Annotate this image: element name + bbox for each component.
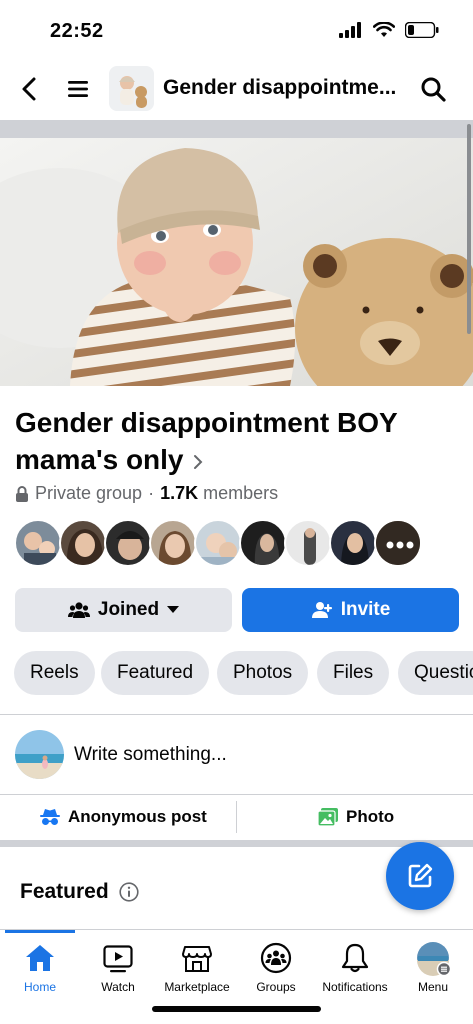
home-indicator[interactable] (152, 1006, 321, 1012)
chip-photos[interactable]: Photos (217, 651, 309, 695)
tab-notifications[interactable]: Notifications (316, 930, 394, 1000)
bell-icon (341, 943, 369, 973)
joined-label[interactable]: Joined (98, 599, 159, 621)
post-composer[interactable]: Write something... (0, 716, 473, 794)
member-avatar[interactable] (104, 519, 152, 567)
members-label[interactable]: members (203, 483, 278, 503)
add-person-icon (311, 602, 332, 618)
battery-icon (405, 22, 439, 38)
tab-groups-label[interactable]: Groups (237, 980, 315, 994)
video-icon (103, 945, 133, 973)
post-actions: Anonymous post Photo (0, 795, 473, 839)
storefront-icon (182, 946, 212, 972)
photo-icon (318, 808, 338, 826)
member-avatar[interactable] (149, 519, 197, 567)
group-name-text[interactable]: Gender disappointment BOY mama's only (15, 407, 397, 475)
member-count[interactable]: 1.7K (160, 483, 198, 503)
tab-watch-label[interactable]: Watch (79, 980, 157, 994)
chip-files[interactable]: Files (317, 651, 390, 695)
group-name[interactable]: Gender disappointment BOY mama's only (15, 404, 455, 478)
chevron-right-icon[interactable] (192, 453, 204, 471)
privacy-label: Private group (35, 483, 143, 503)
compose-post-button[interactable] (386, 842, 454, 910)
page-title: Gender disappointme... (163, 76, 397, 99)
tab-menu-label[interactable]: Menu (394, 980, 472, 994)
chip-questions[interactable]: Questic (398, 651, 473, 695)
photo-button[interactable]: Photo (318, 795, 394, 839)
member-avatar[interactable] (194, 519, 242, 567)
meta-separator: · (148, 483, 155, 503)
members-icon (67, 602, 90, 618)
incognito-icon (40, 809, 60, 825)
tab-watch[interactable]: Watch (79, 930, 157, 1000)
chip-featured[interactable]: Featured (101, 651, 210, 695)
member-avatar[interactable] (329, 519, 377, 567)
caret-down-icon (167, 606, 180, 613)
member-avatar[interactable] (239, 519, 287, 567)
featured-heading: Featured (20, 880, 139, 904)
tab-groups[interactable]: Groups (237, 930, 315, 1000)
member-avatar[interactable] (14, 519, 62, 567)
anonymous-post-button[interactable]: Anonymous post (40, 795, 207, 839)
status-bar: 22:52 (0, 0, 473, 60)
top-navigation-bar: Gender disappointme... (0, 64, 473, 114)
back-arrow-icon[interactable] (18, 76, 42, 102)
search-icon[interactable] (420, 76, 446, 102)
member-avatars[interactable] (14, 519, 434, 569)
user-avatar[interactable] (15, 730, 64, 779)
home-icon (26, 945, 54, 971)
group-meta: Private group · 1.7K members (15, 483, 278, 504)
member-avatar[interactable] (59, 519, 107, 567)
wifi-icon (373, 22, 395, 37)
profile-menu-icon (417, 942, 451, 976)
more-members-avatar[interactable] (374, 519, 422, 567)
hamburger-menu-icon[interactable] (66, 77, 90, 101)
cellular-signal-icon (339, 22, 361, 38)
anonymous-post-label[interactable]: Anonymous post (68, 807, 207, 827)
divider (0, 714, 473, 715)
tab-notifications-label[interactable]: Notifications (316, 980, 394, 994)
group-cover-photo[interactable] (0, 138, 473, 386)
tab-home[interactable]: Home (1, 930, 79, 1000)
member-count-text[interactable]: 1.7K members (160, 483, 278, 504)
group-avatar[interactable] (109, 66, 154, 111)
chip-reels[interactable]: Reels (14, 651, 95, 695)
photo-label[interactable]: Photo (346, 807, 394, 827)
header-divider (0, 120, 473, 138)
featured-title: Featured (20, 880, 109, 903)
joined-button[interactable]: Joined (15, 588, 232, 632)
actions-separator (236, 801, 237, 833)
invite-label[interactable]: Invite (341, 599, 391, 621)
member-avatar[interactable] (284, 519, 332, 567)
scrollbar[interactable] (467, 124, 471, 334)
status-time: 22:52 (50, 20, 104, 42)
edit-icon (408, 863, 433, 888)
status-icons (339, 22, 439, 38)
lock-icon (16, 485, 28, 502)
section-chips: Reels Featured Photos Files Questic (14, 651, 473, 695)
tab-home-label[interactable]: Home (1, 980, 79, 994)
tab-marketplace[interactable]: Marketplace (158, 930, 236, 1000)
invite-button[interactable]: Invite (242, 588, 459, 632)
tab-marketplace-label[interactable]: Marketplace (158, 980, 236, 994)
info-icon[interactable] (119, 882, 139, 902)
tab-menu[interactable]: Menu (394, 930, 472, 1000)
groups-icon (260, 942, 292, 974)
write-something-input[interactable]: Write something... (74, 744, 227, 766)
